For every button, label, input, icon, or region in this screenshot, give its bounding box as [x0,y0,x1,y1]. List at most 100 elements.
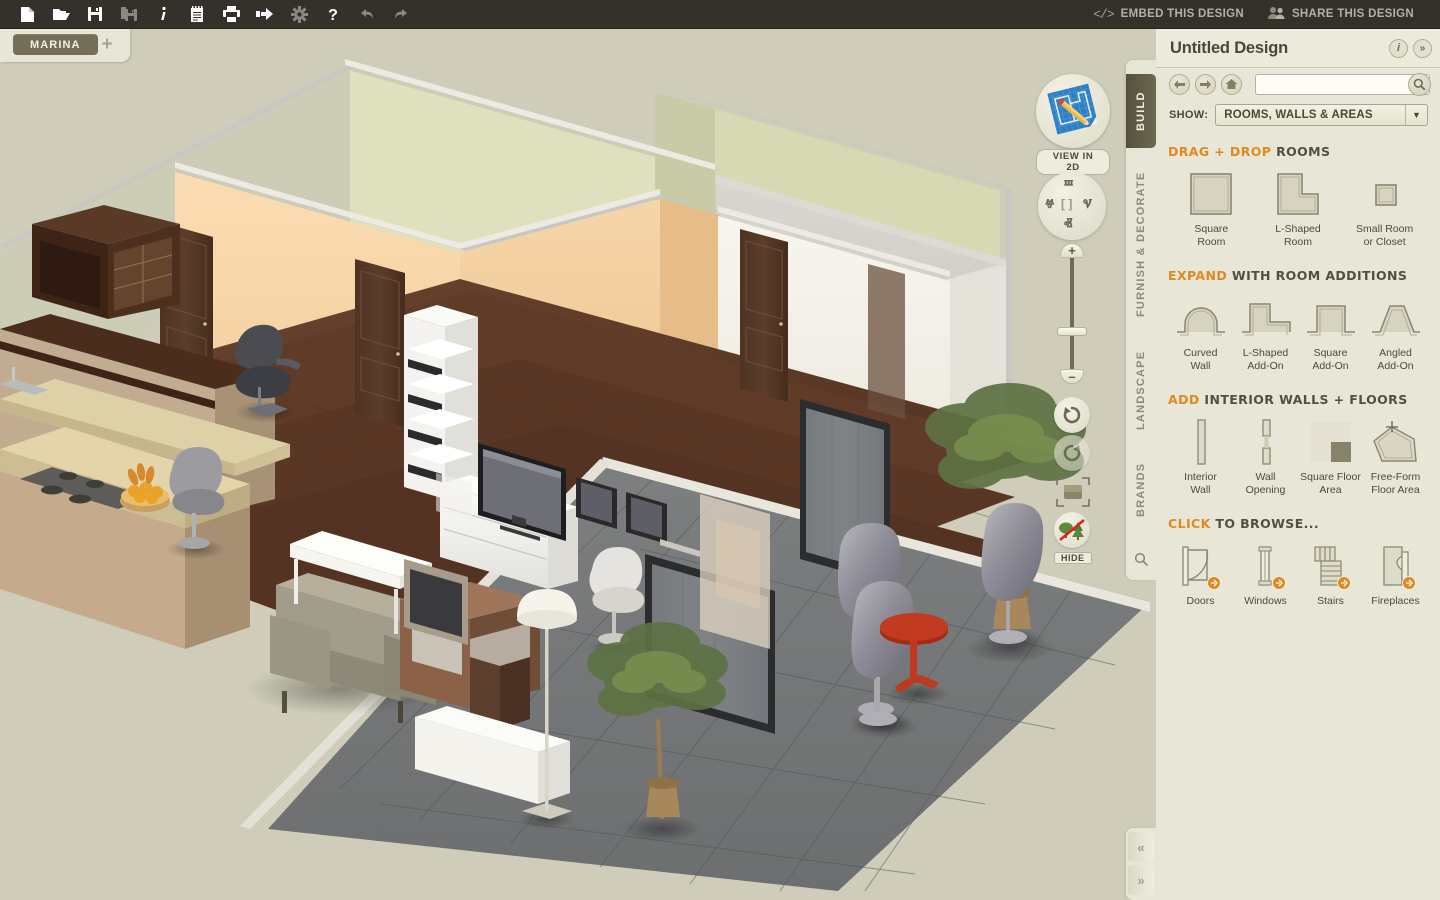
print-button[interactable] [214,1,248,28]
zoom-in-button[interactable]: + [1060,243,1084,258]
share-design-button[interactable]: SHARE THIS DESIGN [1256,6,1426,23]
help-button[interactable]: ? [316,1,350,28]
sidetab-search-icon[interactable] [1126,544,1156,574]
pan-up-icon[interactable]: ⱎ [1064,178,1073,195]
tool-wall-opening[interactable]: Wall Opening [1233,416,1298,496]
angled-addon-icon [1370,292,1422,344]
tool-doors[interactable]: Doors [1168,540,1233,608]
export-button[interactable] [248,1,282,28]
fireplace-icon [1372,540,1420,592]
tool-square-add-on[interactable]: Square Add-On [1298,292,1363,372]
section-title-browse: CLICK TO BROWSE... [1168,516,1428,531]
undo-button[interactable] [350,1,384,28]
panel-forward-button[interactable] [1195,73,1216,95]
embed-code-icon: </> [1093,6,1114,22]
stairs-icon [1307,540,1355,592]
tool-interior-wall[interactable]: Interior Wall [1168,416,1233,496]
panel-home-button[interactable] [1221,73,1242,95]
panel-sections: DRAG + DROP ROOMS Square Room L-Shaped R… [1156,130,1440,608]
tool-angled-add-on[interactable]: Angled Add-On [1363,292,1428,372]
embed-design-label: EMBED THIS DESIGN [1120,8,1244,20]
tool-square-room[interactable]: Square Room [1168,168,1255,248]
tool-free-form-floor-area[interactable]: Free-Form Floor Area [1363,416,1428,496]
tool-label-interior-wall: Interior Wall [1184,471,1217,496]
show-filter-select[interactable]: ROOMS, WALLS & AREAS ▼ [1215,104,1428,126]
tool-label-curved-wall: Curved Wall [1183,347,1218,372]
collapse-next-button[interactable]: » [1128,865,1154,895]
new-file-button[interactable] [10,1,44,28]
view-in-2d-control[interactable]: VIEW IN 2D [1036,74,1110,175]
free-form-floor-icon [1370,416,1422,468]
rotate-left-button[interactable] [1054,397,1090,433]
section-drag-drop-rooms: DRAG + DROP ROOMS Square Room L-Shaped R… [1156,144,1440,248]
search-submit-button[interactable] [1408,72,1431,96]
rotate-right-button[interactable] [1054,435,1090,471]
tool-label-square-floor-area: Square Floor Area [1300,471,1361,496]
forward-arrow-icon [1200,79,1211,89]
embed-design-button[interactable]: </> EMBED THIS DESIGN [1081,7,1256,22]
section-divider-1 [1156,254,1440,268]
design-tab-marina[interactable]: MARINA [13,34,98,55]
search-input[interactable] [1255,73,1430,95]
hide-plants-control[interactable]: HIDE [1054,512,1092,566]
tool-square-floor-area[interactable]: Square Floor Area [1298,416,1363,496]
sidetab-furnish-decorate[interactable]: FURNISH & DECORATE [1126,160,1156,328]
tool-windows[interactable]: Windows [1233,540,1298,608]
tool-small-room-or-closet[interactable]: Small Room or Closet [1341,168,1428,248]
rotate-right-icon [1063,444,1081,462]
tool-l-shaped-add-on[interactable]: L-Shaped Add-On [1233,292,1298,372]
design-canvas[interactable]: VIEW IN 2D ⱎ ⱏ ⱍ ⱌ [ ] + – HIDE [0,29,1156,900]
open-folder-button[interactable] [44,1,78,28]
save-button[interactable] [78,1,112,28]
category-sidetabs: BUILD FURNISH & DECORATE LANDSCAPE BRAND… [1126,60,1156,580]
zoom-slider-track[interactable] [1070,251,1074,377]
zoom-slider-control[interactable]: + – [1054,239,1090,387]
hide-plants-label[interactable]: HIDE [1054,552,1092,564]
chevron-down-icon[interactable]: ▼ [1405,105,1427,125]
save-as-button[interactable] [112,1,146,28]
share-design-label: SHARE THIS DESIGN [1291,8,1414,20]
tool-l-shaped-room[interactable]: L-Shaped Room [1255,168,1342,248]
section-divider-3 [1156,502,1440,516]
settings-gear-button[interactable] [282,1,316,28]
section-click-to-browse: CLICK TO BROWSE... Doors Windows Stairs … [1156,516,1440,608]
zoom-out-button[interactable]: – [1060,369,1084,384]
sidetab-brands[interactable]: BRANDS [1126,452,1156,528]
section-title-drag-drop-rooms: DRAG + DROP ROOMS [1168,144,1428,159]
sidetab-build[interactable]: BUILD [1126,74,1156,148]
section-add-interior-walls-floors: ADD INTERIOR WALLS + FLOORS Interior Wall [1156,392,1440,496]
panel-search[interactable] [1255,72,1431,96]
blueprint-pencil-icon [1047,83,1099,135]
tool-curved-wall[interactable]: Curved Wall [1168,292,1233,372]
tool-label-windows: Windows [1244,595,1287,607]
collapse-prev-button[interactable]: « [1128,832,1154,862]
info-button[interactable] [146,1,180,28]
hide-plants-button[interactable] [1054,512,1090,548]
redo-button[interactable] [384,1,418,28]
pan-down-icon[interactable]: ⱏ [1064,216,1072,233]
zoom-slider-handle[interactable] [1057,327,1087,336]
l-shaped-room-icon [1274,168,1322,220]
tool-stairs[interactable]: Stairs [1298,540,1363,608]
view-in-2d-button[interactable] [1036,74,1110,148]
pan-right-icon[interactable]: ⱌ [1083,197,1092,214]
notes-button[interactable] [180,1,214,28]
floorplan-3d-scene[interactable] [0,29,1156,900]
section-title-expand: EXPAND WITH ROOM ADDITIONS [1168,268,1428,283]
tool-label-fireplaces: Fireplaces [1371,595,1420,607]
sidetab-landscape[interactable]: LANDSCAPE [1126,338,1156,442]
pan-center-icon[interactable]: [ ] [1061,198,1072,210]
snapshot-button[interactable] [1054,475,1092,509]
add-design-tab-button[interactable]: + [97,34,117,55]
svg-text:?: ? [328,7,338,23]
pan-dpad-control[interactable]: ⱎ ⱏ ⱍ ⱌ [ ] [1038,172,1106,240]
section-title-highlight-add: ADD [1168,392,1200,407]
browse-badge-fireplaces [1401,576,1416,590]
search-icon [1413,78,1426,90]
browse-badge-doors [1206,576,1221,590]
pan-left-icon[interactable]: ⱍ [1045,197,1054,214]
panel-back-button[interactable] [1169,73,1190,95]
section-title-rest-add: INTERIOR WALLS + FLOORS [1204,392,1408,407]
section-expand-room-additions: EXPAND WITH ROOM ADDITIONS Curved Wall L… [1156,268,1440,372]
tool-fireplaces[interactable]: Fireplaces [1363,540,1428,608]
